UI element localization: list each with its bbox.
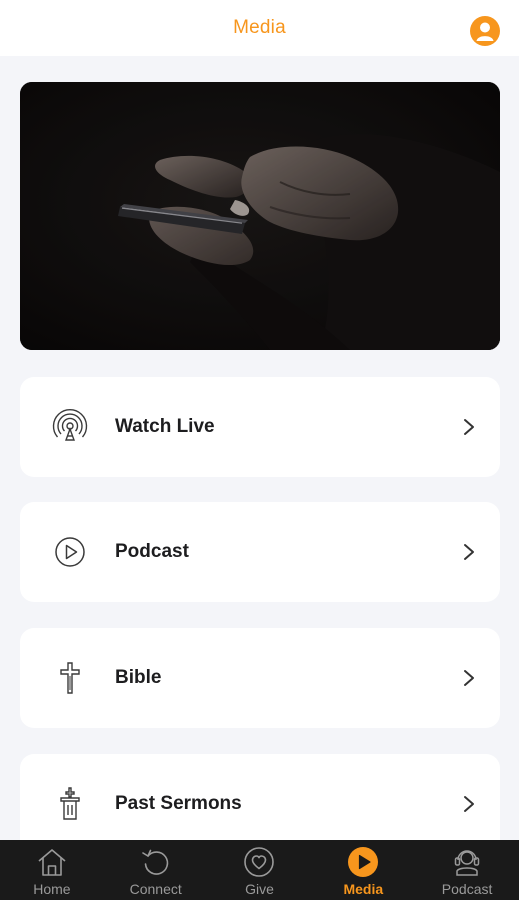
menu-item-label: Past Sermons xyxy=(115,793,242,814)
person-icon xyxy=(476,22,494,41)
bible-item[interactable]: Bible xyxy=(20,628,500,728)
media-screen: Media Watch Live Podcast Bible Past Serm… xyxy=(0,0,519,900)
tab-label: Podcast xyxy=(441,881,493,897)
chevron-right-icon xyxy=(464,796,474,812)
chevron-right-icon xyxy=(464,544,474,560)
pulpit-icon xyxy=(52,786,88,822)
watch-live-item[interactable]: Watch Live xyxy=(20,377,500,477)
tab-label: Media xyxy=(343,881,384,897)
headset-icon xyxy=(454,850,480,876)
tab-label: Give xyxy=(245,881,274,897)
tab-media[interactable]: Media xyxy=(311,840,415,900)
hero-image xyxy=(20,82,500,350)
play-circle-icon xyxy=(52,534,88,570)
tab-give[interactable]: Give xyxy=(208,840,312,900)
tab-podcast[interactable]: Podcast xyxy=(415,840,519,900)
tab-label: Home xyxy=(33,881,71,897)
chevron-right-icon xyxy=(464,670,474,686)
menu-item-label: Bible xyxy=(115,667,162,688)
podcast-item[interactable]: Podcast xyxy=(20,502,500,602)
top-nav-bar: Media xyxy=(0,0,519,56)
menu-item-label: Podcast xyxy=(115,541,189,562)
heart-icon xyxy=(244,847,275,877)
chevron-right-icon xyxy=(464,419,474,435)
play-icon xyxy=(348,847,379,877)
bottom-tab-bar: Home Connect Give Media Podcast xyxy=(0,840,519,900)
tab-home[interactable]: Home xyxy=(0,840,104,900)
tab-connect[interactable]: Connect xyxy=(104,840,208,900)
page-title: Media xyxy=(233,17,286,38)
broadcast-icon xyxy=(52,409,88,445)
past-sermons-item[interactable]: Past Sermons xyxy=(20,754,500,854)
menu-item-label: Watch Live xyxy=(115,416,215,437)
home-icon xyxy=(38,849,66,876)
refresh-icon xyxy=(141,849,168,875)
tab-label: Connect xyxy=(129,881,182,897)
profile-button[interactable] xyxy=(470,16,500,46)
cross-icon xyxy=(52,660,88,696)
